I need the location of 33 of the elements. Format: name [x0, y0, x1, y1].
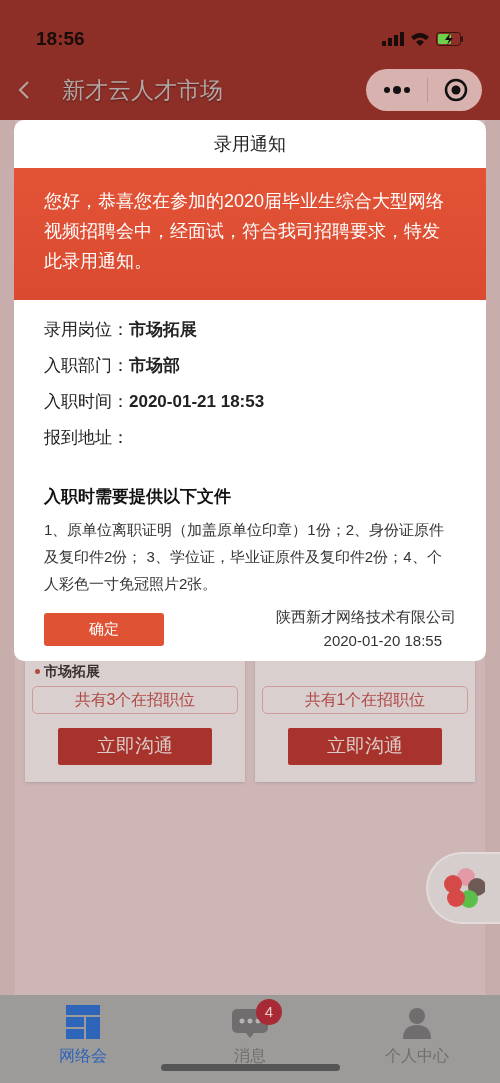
more-icon[interactable]: [384, 86, 410, 94]
flower-logo-icon: [443, 867, 485, 909]
openings-count: 共有1个在招职位: [262, 686, 468, 714]
field-value: 市场部: [129, 355, 180, 378]
close-target-icon[interactable]: [444, 78, 468, 102]
field-label: 入职时间：: [44, 391, 129, 414]
unread-badge: 4: [256, 999, 282, 1025]
page-title: 新才云人才市场: [62, 75, 223, 105]
field-value: 市场拓展: [129, 319, 197, 342]
tab-label: 网络会: [59, 1046, 108, 1066]
offer-message: 您好，恭喜您在参加的2020届毕业生综合大型网络视频招聘会中，经面试，符合我司招聘要求，特发此录用通知。: [44, 190, 446, 273]
company-name: 陕西新才网络技术有限公司: [276, 607, 456, 627]
documents-list: 1、原单位离职证明（加盖原单位印章）1份；2、身份证原件及复印件2份； 3、学位证，毕业证原件及复印件2份；4、个人彩色一寸免冠照片2张。: [14, 515, 486, 597]
position-name: 市场拓展: [44, 661, 100, 681]
confirm-button[interactable]: 确定: [44, 613, 164, 646]
grid-layout-icon: [66, 1005, 101, 1039]
status-time: 18:56: [36, 26, 85, 51]
chat-now-button[interactable]: 立即沟通: [288, 728, 442, 765]
dialog-title: 录用通知: [213, 132, 287, 156]
chat-now-button[interactable]: 立即沟通: [58, 728, 212, 765]
floating-button[interactable]: [426, 852, 500, 924]
wifi-icon: [410, 32, 430, 46]
openings-count: 共有3个在招职位: [32, 686, 238, 714]
battery-charging-icon: [436, 32, 464, 46]
field-label: 报到地址：: [44, 427, 129, 450]
issue-date: 2020-01-20 18:55: [323, 631, 442, 651]
field-label: 入职部门：: [44, 355, 129, 378]
field-value: 2020-01-21 18:53: [129, 391, 265, 414]
back-icon[interactable]: [18, 80, 30, 100]
signal-icon: [382, 32, 404, 46]
field-label: 录用岗位：: [44, 319, 129, 342]
person-icon: [402, 1007, 431, 1039]
documents-title: 入职时需要提供以下文件: [43, 486, 232, 508]
